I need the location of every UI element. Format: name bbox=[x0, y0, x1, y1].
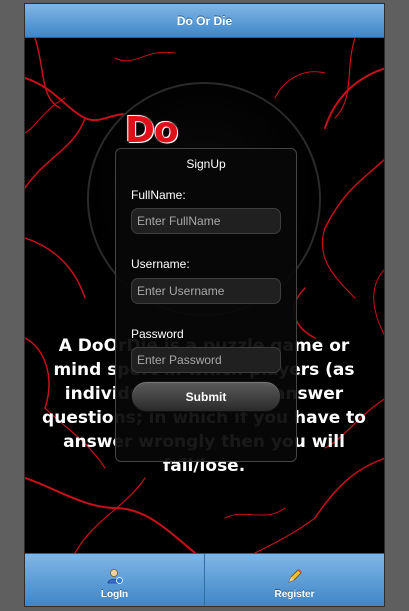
pencil-icon bbox=[287, 569, 302, 583]
submit-button[interactable]: Submit bbox=[131, 381, 281, 412]
tab-register[interactable]: Register bbox=[204, 554, 384, 606]
user-login-icon bbox=[107, 569, 123, 584]
page-title: Do Or Die bbox=[176, 13, 233, 28]
page-header: Do Or Die bbox=[25, 4, 384, 38]
tab-login-label: LogIn bbox=[100, 589, 129, 600]
tab-login[interactable]: LogIn bbox=[25, 554, 204, 606]
signup-panel: SignUp FullName: Username: Password Subm… bbox=[115, 148, 297, 462]
logo-text: Do bbox=[125, 110, 179, 151]
app-frame: Do Or Die Do A or mind (as answer questi… bbox=[24, 3, 385, 607]
footer-navbar: LogIn Register bbox=[25, 553, 384, 606]
password-label: Password bbox=[131, 327, 184, 341]
fullname-input[interactable] bbox=[131, 208, 281, 234]
password-input[interactable] bbox=[131, 347, 281, 373]
username-label: Username: bbox=[131, 257, 190, 271]
main-content: Do A DoOrDie is a puzzle game or mind sp… bbox=[25, 38, 384, 553]
username-input[interactable] bbox=[131, 278, 281, 304]
signup-title: SignUp bbox=[186, 157, 226, 171]
tab-register-label: Register bbox=[274, 589, 315, 600]
fullname-label: FullName: bbox=[131, 188, 186, 202]
